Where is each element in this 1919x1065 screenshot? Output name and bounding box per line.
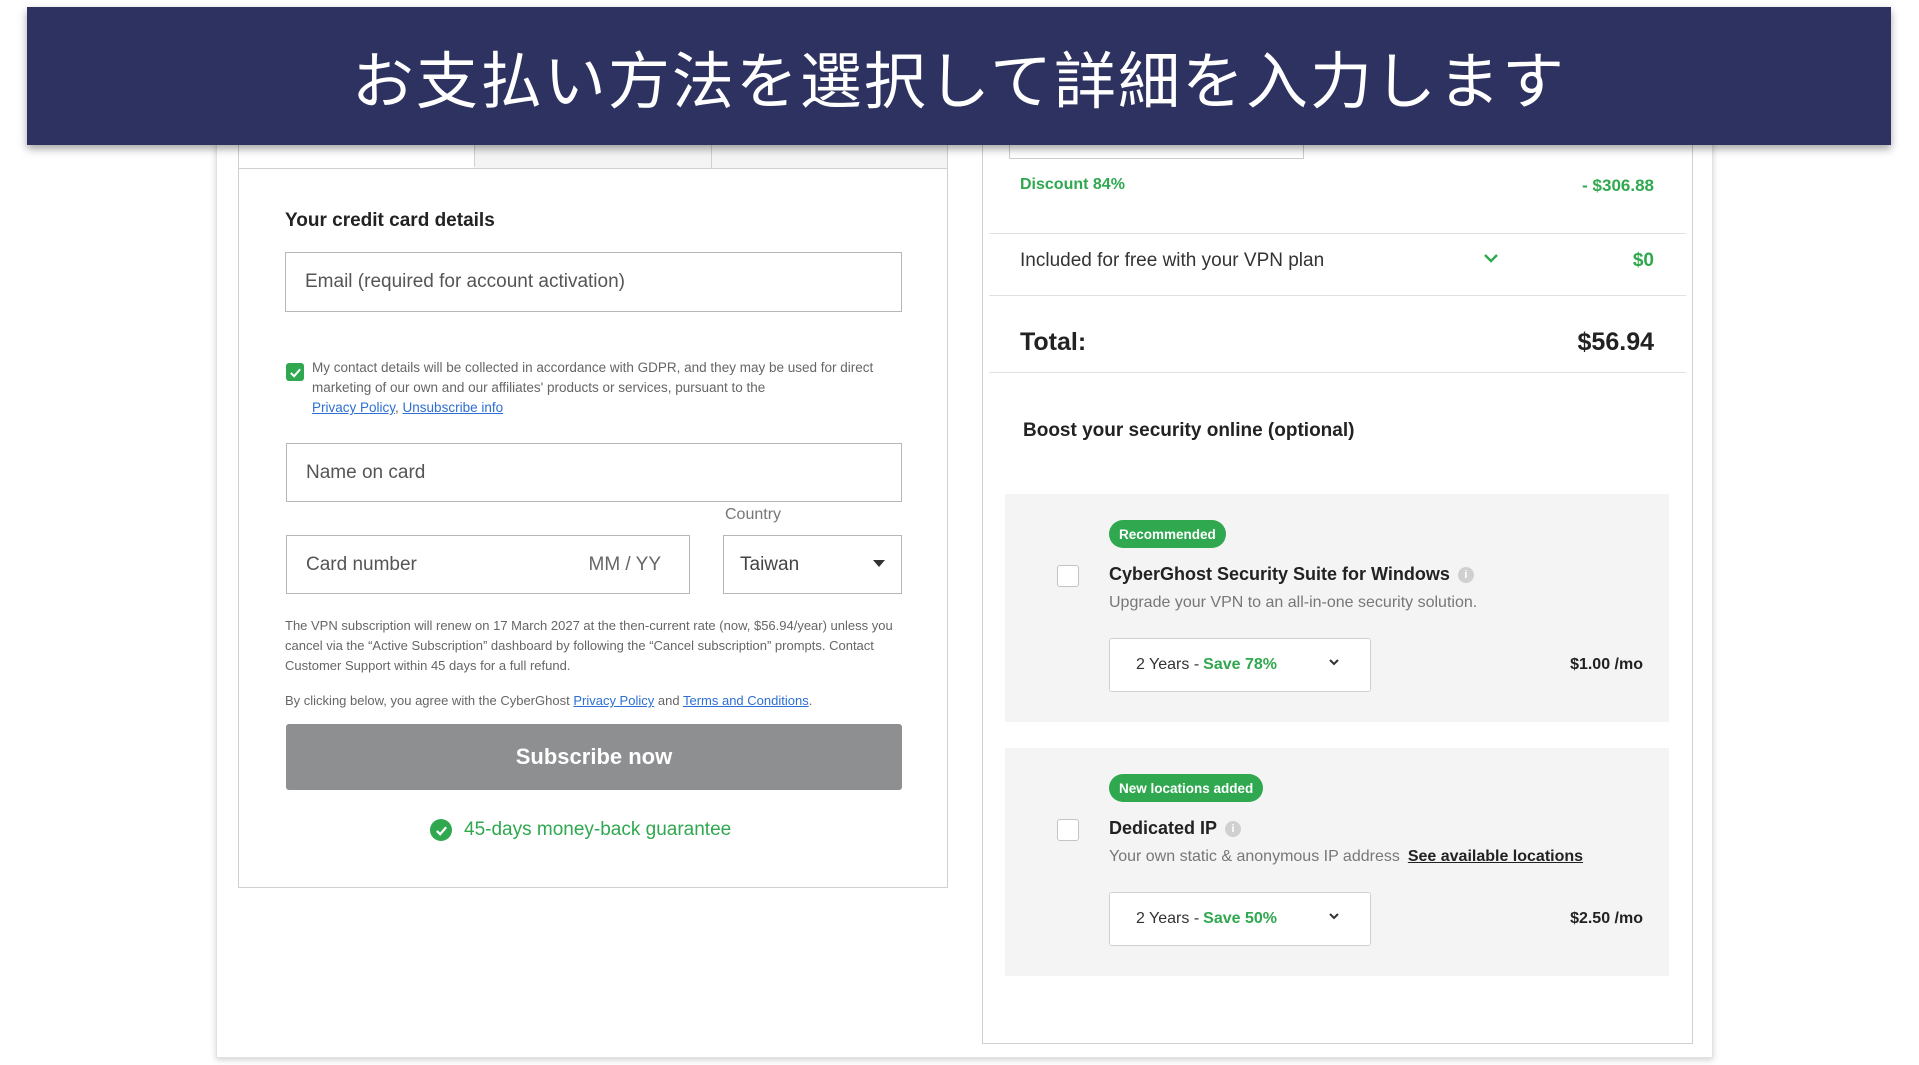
included-label: Included for free with your VPN plan: [1020, 250, 1325, 271]
addon-title: CyberGhost Security Suite for Windows i: [1109, 564, 1474, 585]
info-icon[interactable]: i: [1225, 820, 1242, 837]
country-label: Country: [725, 506, 782, 523]
country-select[interactable]: Taiwan: [723, 535, 902, 594]
terms-and-conditions-link[interactable]: Terms and Conditions: [683, 693, 809, 708]
addon-checkbox[interactable]: [1057, 819, 1079, 841]
new-locations-badge: New locations added: [1109, 774, 1264, 802]
addon-dedicated-ip: New locations added Dedicated IP i Your …: [1005, 748, 1669, 976]
included-value: $0: [1632, 250, 1654, 271]
info-icon[interactable]: i: [1457, 566, 1474, 583]
divider: [989, 233, 1686, 234]
divider: [989, 372, 1686, 373]
renewal-notice: The VPN subscription will renew on 17 Ma…: [285, 618, 893, 673]
banner-title: お支払い方法を選択して詳細を入力します: [351, 45, 1567, 118]
agree-privacy-policy-link[interactable]: Privacy Policy: [573, 693, 654, 708]
privacy-policy-link[interactable]: Privacy Policy: [312, 400, 395, 415]
terms-agreement-text: By clicking below, you agree with the Cy…: [285, 693, 813, 708]
discount-label: Discount 84%: [1020, 176, 1125, 193]
addon-price: $2.50 /mo: [1570, 910, 1643, 927]
addon-title: Dedicated IP i: [1109, 818, 1242, 839]
discount-value: - $306.88: [1582, 176, 1654, 195]
addon-description: Upgrade your VPN to an all-in-one securi…: [1109, 594, 1478, 611]
email-placeholder: Email (required for account activation): [305, 271, 625, 292]
credit-card-heading: Your credit card details: [285, 210, 495, 231]
check-circle-icon: [430, 819, 452, 841]
name-on-card-field[interactable]: Name on card: [286, 443, 902, 502]
boost-heading: Boost your security online (optional): [1023, 420, 1355, 441]
title-banner: お支払い方法を選択して詳細を入力します: [27, 7, 1891, 145]
addon-description: Your own static & anonymous IP address Se…: [1109, 848, 1584, 865]
subscribe-now-button[interactable]: Subscribe now: [286, 724, 902, 790]
chevron-down-icon: [1329, 659, 1339, 666]
card-number-field[interactable]: Card number MM / YY: [286, 535, 690, 594]
checkmark-icon: [289, 368, 301, 378]
money-back-guarantee: 45-days money-back guarantee: [430, 819, 731, 841]
divider: [989, 295, 1686, 296]
addon-price: $1.00 /mo: [1570, 656, 1643, 673]
total-value: $56.94: [1577, 328, 1654, 356]
order-summary-card: Discount 84% - $306.88 Included for free…: [982, 126, 1693, 1044]
payment-form-card: Your credit card details Email (required…: [238, 126, 948, 888]
gdpr-consent-text: My contact details will be collected in …: [312, 360, 874, 415]
chevron-down-icon: [1329, 913, 1339, 920]
total-label: Total:: [1020, 328, 1087, 356]
recommended-badge: Recommended: [1109, 520, 1226, 548]
caret-down-icon: [873, 560, 885, 567]
addon-security-suite: Recommended CyberGhost Security Suite fo…: [1005, 494, 1669, 722]
plan-duration-select[interactable]: 2 Years - Save 50%: [1109, 892, 1371, 946]
unsubscribe-info-link[interactable]: Unsubscribe info: [403, 400, 504, 415]
addon-checkbox[interactable]: [1057, 565, 1079, 587]
chevron-down-icon[interactable]: [1483, 252, 1499, 264]
see-available-locations-link[interactable]: See available locations: [1408, 848, 1583, 865]
plan-duration-select[interactable]: 2 Years - Save 78%: [1109, 638, 1371, 692]
email-field[interactable]: Email (required for account activation): [285, 252, 902, 312]
gdpr-checkbox[interactable]: [286, 363, 304, 381]
expiry-field[interactable]: MM / YY: [589, 554, 662, 576]
